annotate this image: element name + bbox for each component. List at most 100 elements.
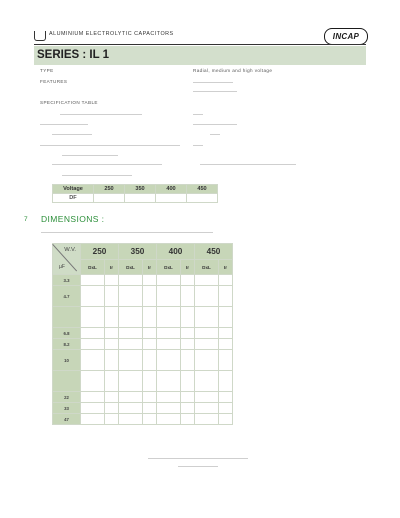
dimension-value-cell xyxy=(118,370,143,392)
type-label: TYPE xyxy=(40,68,54,73)
dimension-value-cell xyxy=(194,391,219,403)
dimension-row: 33 xyxy=(52,402,233,414)
section-number: 7 xyxy=(24,216,28,223)
dim-voltage-350: 350 xyxy=(118,243,157,260)
capacitor-cup-icon xyxy=(34,31,46,41)
dimensions-note-line xyxy=(41,232,213,233)
dimension-value-cell xyxy=(218,391,233,403)
dimension-value-cell xyxy=(142,306,157,328)
dimension-value-cell xyxy=(80,327,105,339)
dimension-row xyxy=(52,370,233,392)
dimension-value-cell xyxy=(180,274,195,286)
dimension-value-cell xyxy=(218,338,233,350)
dimension-value-cell xyxy=(104,274,119,286)
df-voltage-250: 250 xyxy=(93,184,125,194)
df-row-label-voltage: Voltage xyxy=(52,184,94,194)
dimension-value-cell xyxy=(80,349,105,371)
dimension-value-cell xyxy=(104,391,119,403)
capacitance-cell: 22 xyxy=(52,391,81,403)
dimension-value-cell xyxy=(142,370,157,392)
capacitance-cell xyxy=(52,306,81,328)
dimension-value-cell xyxy=(218,402,233,414)
dimension-value-cell xyxy=(218,370,233,392)
spec-line xyxy=(193,145,203,146)
dimension-value-cell xyxy=(104,402,119,414)
dimension-value-cell xyxy=(156,306,181,328)
dimension-row: 22 xyxy=(52,391,233,403)
dimensions-title: DIMENSIONS : xyxy=(41,214,105,224)
dimension-value-cell xyxy=(80,338,105,350)
dimension-value-cell xyxy=(218,306,233,328)
table-corner-cell: W.V. µF xyxy=(52,243,81,275)
dimension-value-cell xyxy=(142,413,157,425)
dimension-value-cell xyxy=(80,285,105,307)
col-ir: Ir xyxy=(142,259,157,275)
dimension-value-cell xyxy=(194,306,219,328)
dimension-value-cell xyxy=(156,338,181,350)
dimension-value-cell xyxy=(118,285,143,307)
col-ir: Ir xyxy=(104,259,119,275)
dimension-value-cell xyxy=(142,402,157,414)
footer-note-line xyxy=(178,466,218,467)
features-line-1 xyxy=(193,82,233,83)
dimension-value-cell xyxy=(156,349,181,371)
df-voltage-400: 400 xyxy=(155,184,187,194)
dim-voltage-450: 450 xyxy=(194,243,233,260)
dimension-value-cell xyxy=(218,413,233,425)
dimension-value-cell xyxy=(104,327,119,339)
dimension-value-cell xyxy=(194,285,219,307)
df-value-cell xyxy=(186,193,218,203)
dimension-value-cell xyxy=(80,274,105,286)
dimension-value-cell xyxy=(104,370,119,392)
dimension-value-cell xyxy=(142,327,157,339)
dimension-value-cell xyxy=(80,402,105,414)
spec-line xyxy=(52,134,92,135)
dimension-value-cell xyxy=(80,391,105,403)
dimension-value-cell xyxy=(194,327,219,339)
capacitance-cell: 6.8 xyxy=(52,327,81,339)
capacitance-cell: 3.3 xyxy=(52,274,81,286)
dimension-value-cell xyxy=(180,413,195,425)
df-voltage-350: 350 xyxy=(124,184,156,194)
dimension-value-cell xyxy=(118,402,143,414)
dimension-value-cell xyxy=(180,391,195,403)
col-dxl: DxL xyxy=(80,259,105,275)
df-row-label-df: DF xyxy=(52,193,94,203)
dimension-row: 47 xyxy=(52,413,233,425)
dimension-value-cell xyxy=(118,349,143,371)
incap-logo: INCAP xyxy=(324,28,368,45)
dimension-value-cell xyxy=(80,370,105,392)
spec-table-heading: SPECIFICATION TABLE xyxy=(40,100,98,105)
dimension-value-cell xyxy=(194,338,219,350)
dimension-value-cell xyxy=(104,338,119,350)
dimension-value-cell xyxy=(180,370,195,392)
dimension-value-cell xyxy=(104,285,119,307)
dimension-value-cell xyxy=(156,391,181,403)
dimension-value-cell xyxy=(218,285,233,307)
corner-wv-label: W.V. xyxy=(64,247,76,253)
spec-line xyxy=(40,124,88,125)
df-value-cell xyxy=(155,193,187,203)
capacitance-cell: 33 xyxy=(52,402,81,414)
col-ir: Ir xyxy=(218,259,233,275)
dimension-value-cell xyxy=(194,349,219,371)
dimension-value-cell xyxy=(180,402,195,414)
dimension-value-cell xyxy=(118,391,143,403)
dimension-value-cell xyxy=(142,274,157,286)
df-value-cell xyxy=(93,193,125,203)
spec-line xyxy=(62,175,132,176)
dimension-value-cell xyxy=(218,349,233,371)
spec-line xyxy=(40,145,180,146)
spec-line xyxy=(62,155,118,156)
dimension-value-cell xyxy=(142,349,157,371)
dimension-value-cell xyxy=(194,274,219,286)
df-voltage-450: 450 xyxy=(186,184,218,194)
dimension-value-cell xyxy=(180,327,195,339)
col-dxl: DxL xyxy=(118,259,143,275)
dimension-value-cell xyxy=(118,274,143,286)
header-rule xyxy=(34,44,366,45)
dimension-row: 8.2 xyxy=(52,338,233,350)
corner-uf-label: µF xyxy=(59,264,65,270)
spec-line xyxy=(193,124,237,125)
dimension-value-cell xyxy=(156,402,181,414)
